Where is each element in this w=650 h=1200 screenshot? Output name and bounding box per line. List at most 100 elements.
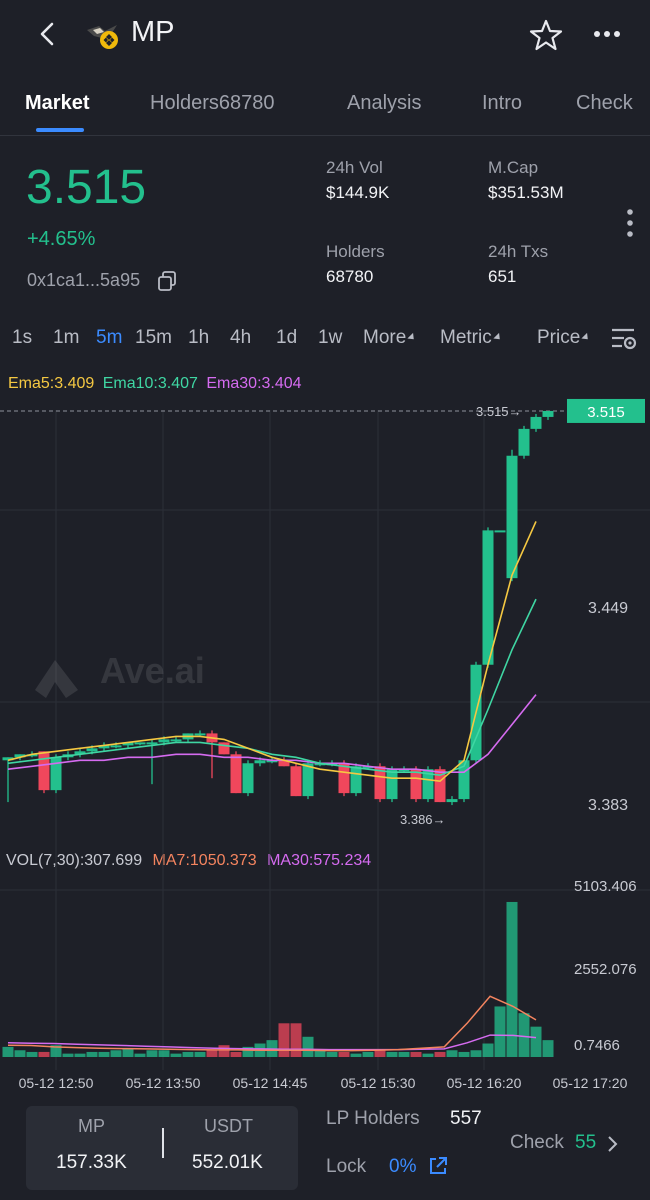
contract-address: 0x1ca1...5a95	[27, 270, 141, 290]
lp-holders-label: LP Holders	[326, 1108, 420, 1129]
copy-icon[interactable]	[156, 270, 178, 292]
timeframe-1m[interactable]: 1m	[53, 327, 79, 349]
candle-body	[254, 760, 266, 764]
time-axis-tick: 05-12 16:20	[447, 1075, 522, 1091]
liquidity-pool-panel: MP 157.33K USDT 552.01K	[26, 1106, 298, 1190]
candle-body	[110, 745, 122, 748]
candle	[134, 742, 146, 746]
candle	[50, 754, 62, 794]
more-options-icon[interactable]	[590, 20, 626, 48]
external-link-icon[interactable]	[427, 1155, 449, 1177]
candle-body	[194, 733, 206, 736]
volume-bar	[62, 1053, 74, 1057]
watermark-text: Ave.ai	[100, 650, 205, 691]
base-amount: 157.33K	[56, 1152, 127, 1173]
volume-bar	[458, 1051, 470, 1057]
lp-holders-value: 557	[450, 1108, 482, 1129]
volume-bar	[182, 1051, 194, 1057]
tab-holders[interactable]: Holders68780	[150, 92, 275, 115]
volume-bar	[302, 1036, 314, 1057]
metric-dropdown[interactable]: Metric	[440, 327, 503, 349]
high-price-label: 3.515→	[476, 404, 522, 419]
timeframe-4h[interactable]: 4h	[230, 327, 251, 349]
check-label[interactable]: Check	[510, 1132, 564, 1154]
vertical-more-icon[interactable]	[620, 206, 640, 240]
candle-body	[350, 766, 362, 794]
timeframe-5m[interactable]: 5m	[96, 327, 122, 349]
timeframe-1w[interactable]: 1w	[318, 327, 342, 349]
candle	[506, 449, 518, 582]
volume-bar	[374, 1050, 386, 1057]
mcap-value: $351.53M	[488, 183, 564, 202]
volume-bar	[146, 1050, 158, 1057]
candle	[98, 742, 110, 752]
volume-bar	[122, 1048, 134, 1057]
chart-settings-icon[interactable]	[610, 326, 638, 352]
volume-bar	[158, 1050, 170, 1057]
candle	[518, 425, 530, 459]
candle	[242, 760, 254, 797]
volume-axis-tick: 2552.076	[574, 961, 637, 978]
volume-bar	[110, 1050, 122, 1057]
volume-bar	[482, 1043, 494, 1057]
volume-bar	[446, 1050, 458, 1057]
candle-body	[506, 455, 518, 579]
watermark: Ave.ai	[35, 650, 205, 698]
check-score[interactable]: 55	[575, 1132, 596, 1154]
candle	[74, 748, 86, 758]
candle-body	[482, 530, 494, 665]
volume-bar	[494, 1006, 506, 1057]
active-tab-indicator	[36, 128, 84, 132]
candle-body	[146, 742, 158, 745]
price-dropdown[interactable]: Price	[537, 327, 591, 349]
candle-body	[446, 799, 458, 803]
candle-body	[338, 763, 350, 794]
candle-body	[38, 751, 50, 791]
tab-market[interactable]: Market	[25, 92, 89, 115]
tab-intro[interactable]: Intro	[482, 92, 522, 115]
candle-body	[170, 739, 182, 742]
candle	[2, 757, 14, 803]
candle	[290, 763, 302, 797]
favorite-star-icon[interactable]	[528, 17, 564, 53]
back-arrow-icon[interactable]	[34, 18, 62, 50]
timeframe-1h[interactable]: 1h	[188, 327, 209, 349]
more-dropdown[interactable]: More	[363, 327, 417, 349]
more-dropdown-label: More	[363, 327, 407, 348]
app-header: MP	[0, 0, 650, 70]
metric-dropdown-label: Metric	[440, 327, 492, 348]
candle-body	[542, 410, 554, 417]
tab-analysis[interactable]: Analysis	[347, 92, 421, 115]
candle-body	[290, 766, 302, 797]
volume-bar	[338, 1051, 350, 1057]
tab-check[interactable]: Check	[576, 92, 633, 115]
timeframe-1s[interactable]: 1s	[12, 327, 32, 349]
price-axis-tick: 3.449	[588, 600, 628, 617]
time-axis-tick: 05-12 12:50	[19, 1075, 94, 1091]
volume-bar	[26, 1051, 38, 1057]
volume-bar	[518, 1013, 530, 1057]
time-axis-tick: 05-12 14:45	[233, 1075, 308, 1091]
price-axis-tick: 3.383	[588, 797, 628, 814]
candle	[542, 410, 554, 420]
candle	[530, 413, 542, 432]
mcap-label: M.Cap	[488, 158, 539, 177]
current-price: 3.515	[26, 161, 147, 214]
candle-body	[494, 530, 506, 533]
holders-label: Holders	[326, 242, 385, 261]
time-axis-tick: 05-12 17:20	[553, 1075, 628, 1091]
volume-bar	[386, 1051, 398, 1057]
timeframe-1d[interactable]: 1d	[276, 327, 297, 349]
lock-value[interactable]: 0%	[389, 1156, 416, 1178]
candle-body	[386, 769, 398, 800]
timeframe-15m[interactable]: 15m	[135, 327, 172, 349]
quote-amount: 552.01K	[192, 1152, 263, 1173]
volume-bar	[2, 1046, 14, 1057]
price-chart[interactable]: Ave.ai 3.515→ 3.515 3.449 3.383 3.386→ 5103.40…	[0, 380, 650, 1100]
volume-axis-tick: 0.7466	[574, 1037, 620, 1054]
volume-bar	[194, 1051, 206, 1057]
chevron-right-icon[interactable]	[604, 1134, 620, 1154]
current-price-tag-text: 3.515	[587, 404, 625, 421]
volume-bar	[218, 1045, 230, 1057]
page-title: MP	[131, 16, 175, 48]
